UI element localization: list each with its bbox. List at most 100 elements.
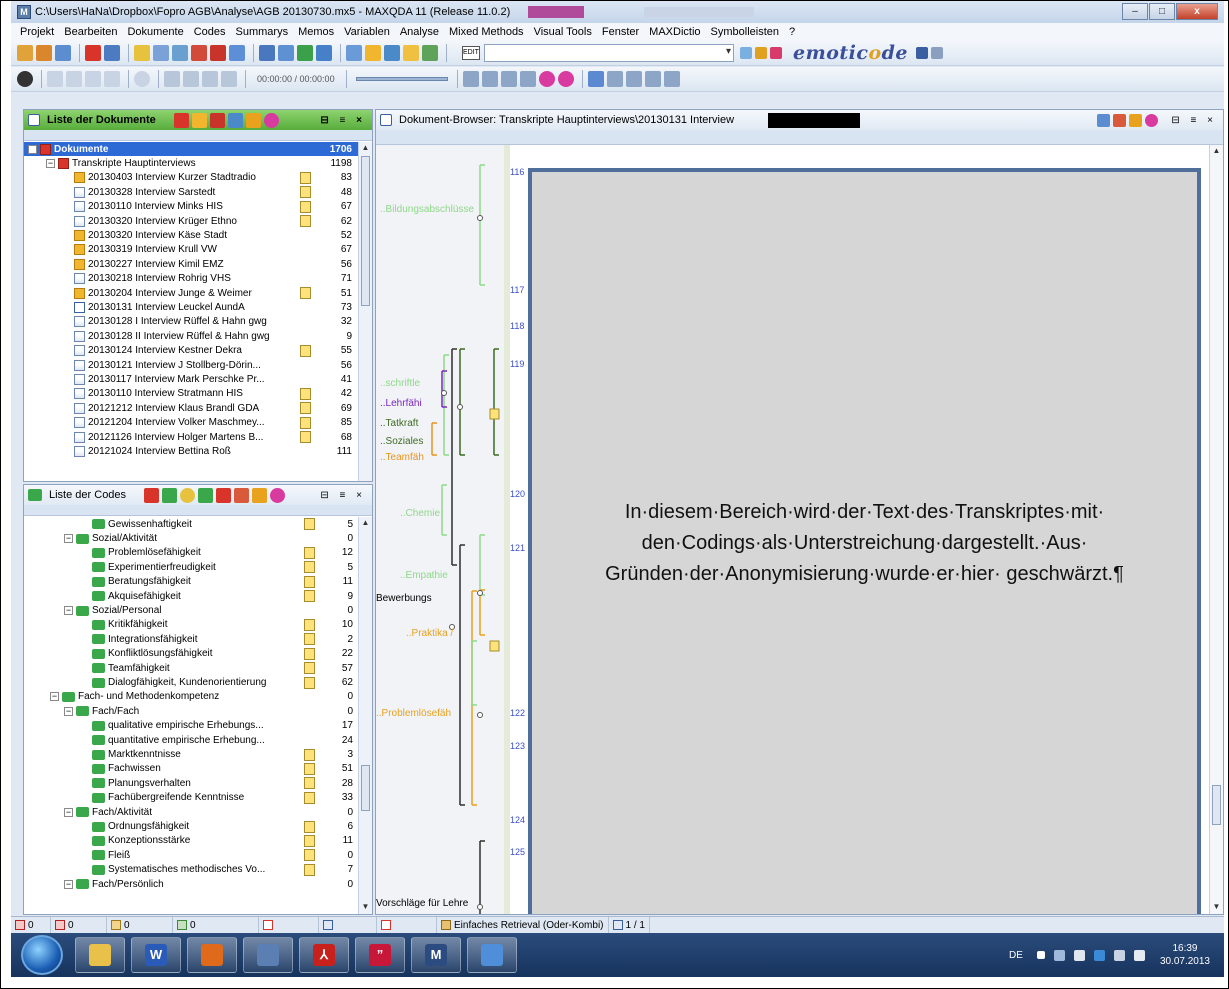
code-row[interactable]: Akquisefähigkeit 9 — [24, 589, 358, 603]
copy-icon[interactable] — [66, 71, 82, 87]
scroll-down-icon[interactable]: ▼ — [1211, 902, 1222, 913]
maximize-button[interactable]: □ — [1149, 3, 1175, 20]
code-stripe-label[interactable]: ..Lehrfähi — [380, 398, 422, 409]
sort-icon[interactable] — [104, 71, 120, 87]
line-number[interactable]: 119 — [510, 359, 530, 369]
memo-icon[interactable] — [300, 431, 311, 444]
save-icon[interactable] — [55, 45, 71, 61]
document-content-area[interactable]: ..Bildungsabschlüsse ..schriftle ..Lehrfäh… — [376, 145, 1209, 914]
code-list-icon[interactable] — [384, 45, 400, 61]
move-bottom-icon[interactable] — [519, 71, 536, 87]
memo-icon[interactable] — [304, 662, 315, 675]
code-row[interactable]: Kritikfähigkeit 10 — [24, 618, 358, 632]
highlight-code-icon[interactable] — [755, 47, 767, 59]
edit-mode-icon[interactable]: EDIT — [462, 46, 480, 60]
document-row[interactable]: 20130131 Interview Leuckel AundA 73 — [24, 300, 358, 314]
activation-icon[interactable] — [422, 45, 438, 61]
document-row[interactable]: 20130128 II Interview Rüffel & Hahn gwg 9 — [24, 329, 358, 343]
code-stripe-label[interactable]: ..Chemie — [400, 508, 440, 519]
code-set-icon[interactable] — [198, 487, 214, 503]
taskbar-acrobat-button[interactable]: ⅄ — [299, 937, 349, 973]
document-row[interactable]: 20121126 Interview Holger Martens B... 68 — [24, 430, 358, 444]
menu-item-13[interactable]: ? — [784, 26, 800, 38]
table-icon[interactable] — [259, 45, 275, 61]
menu-item-3[interactable]: Codes — [189, 26, 231, 38]
split-vertical-icon[interactable] — [644, 71, 661, 87]
collapse-toggle-icon[interactable]: − — [64, 534, 73, 544]
line-number[interactable]: 122 — [510, 708, 530, 718]
memo-icon[interactable] — [304, 647, 315, 660]
coding-node[interactable] — [477, 904, 483, 910]
status-retrieval[interactable]: Einfaches Retrieval (Oder-Kombi) — [437, 917, 609, 933]
memo-icon[interactable] — [304, 849, 315, 862]
menu-item-1[interactable]: Bearbeiten — [59, 26, 122, 38]
memo-icon[interactable] — [304, 518, 315, 531]
menu-item-12[interactable]: Symbolleisten — [706, 26, 784, 38]
taskbar-citavi-button[interactable]: ” — [355, 937, 405, 973]
code-row[interactable]: Konzeptionsstärke 11 — [24, 834, 358, 848]
document-row[interactable]: 20130320 Interview Käse Stadt 52 — [24, 228, 358, 242]
code-stripe-label[interactable]: ..Tatkraft — [380, 418, 418, 429]
minimize-button[interactable]: – — [1122, 3, 1148, 20]
document-row[interactable]: 20130319 Interview Krull VW 67 — [24, 243, 358, 257]
code-relations-icon[interactable] — [210, 45, 226, 61]
code-combo-box[interactable] — [484, 44, 734, 62]
chart-icon[interactable] — [297, 45, 313, 61]
memo-icon[interactable] — [304, 863, 315, 876]
new-code-icon[interactable] — [162, 487, 178, 503]
memo-icon[interactable] — [300, 416, 311, 429]
document-row[interactable]: 20130204 Interview Junge & Weimer 51 — [24, 286, 358, 300]
flag-icon[interactable] — [1073, 949, 1085, 961]
layout-icon[interactable] — [663, 71, 680, 87]
emoticon-code-icon[interactable] — [180, 487, 196, 503]
memo-icon[interactable] — [304, 748, 315, 761]
document-row[interactable]: 20130218 Interview Rohrig VHS 71 — [24, 272, 358, 286]
taskbar-word-button[interactable]: W — [131, 937, 181, 973]
code-stripe-label[interactable]: Bewerbungs — [376, 593, 432, 604]
collapse-toggle-icon[interactable]: − — [64, 807, 73, 817]
filter-icon[interactable] — [245, 112, 261, 128]
code-icon[interactable] — [85, 45, 101, 61]
coding-node[interactable] — [457, 404, 463, 410]
browser-scroll-thumb[interactable] — [1212, 785, 1221, 825]
code-row[interactable]: − Fach/Fach 0 — [24, 704, 358, 718]
memo-icon[interactable] — [300, 215, 311, 228]
line-number[interactable]: 117 — [510, 285, 530, 295]
document-row[interactable]: 20130121 Interview J Stollberg-Dörin... 5… — [24, 358, 358, 372]
code-matrix-icon[interactable] — [191, 45, 207, 61]
variables-icon[interactable] — [278, 45, 294, 61]
menu-item-4[interactable]: Summarys — [231, 26, 294, 38]
document-row[interactable]: 20121204 Interview Volker Maschmey... 85 — [24, 416, 358, 430]
line-number[interactable]: 123 — [510, 741, 530, 751]
play-icon[interactable] — [202, 71, 218, 87]
align-icon[interactable] — [462, 71, 479, 87]
code-stripe-label[interactable]: ..Soziales — [380, 436, 423, 447]
collapse-toggle-icon[interactable]: − — [46, 159, 55, 169]
code-color-icon[interactable] — [216, 487, 232, 503]
collapse-toggle-icon[interactable]: − — [64, 606, 73, 616]
document-row[interactable]: 20130328 Interview Sarstedt 48 — [24, 185, 358, 199]
line-number[interactable]: 121 — [510, 543, 530, 553]
split-horizontal-icon[interactable] — [606, 71, 623, 87]
document-row[interactable]: 20130117 Interview Mark Perschke Pr... 41 — [24, 372, 358, 386]
memo-icon[interactable] — [300, 200, 311, 213]
line-number[interactable]: 118 — [510, 321, 530, 331]
code-stripe-label[interactable]: ..schriftle — [380, 378, 420, 389]
browser-search-icon[interactable] — [1145, 113, 1159, 127]
coding-node[interactable] — [477, 712, 483, 718]
document-scrollbar[interactable]: ▲ — [358, 142, 372, 481]
retrieval-icon[interactable] — [403, 45, 419, 61]
document-row[interactable]: 20130110 Interview Minks HIS 67 — [24, 200, 358, 214]
open-project-icon[interactable] — [36, 45, 52, 61]
rewind-icon[interactable] — [164, 71, 180, 87]
arrow-up-icon[interactable] — [481, 71, 498, 87]
volume-slider[interactable] — [355, 77, 448, 81]
taskbar-firefox-button[interactable] — [187, 937, 237, 973]
memo-icon[interactable] — [300, 344, 311, 357]
code-row[interactable]: Teamfähigkeit 57 — [24, 661, 358, 675]
taskbar-network-button[interactable] — [467, 937, 517, 973]
search-icon[interactable] — [153, 45, 169, 61]
code-panel-controls[interactable]: ⊟ ≡ × — [320, 490, 366, 501]
taskbar-thunderbird-button[interactable] — [243, 937, 293, 973]
document-group-row[interactable]: − Transkripte Hauptinterviews 1198 — [24, 156, 358, 170]
